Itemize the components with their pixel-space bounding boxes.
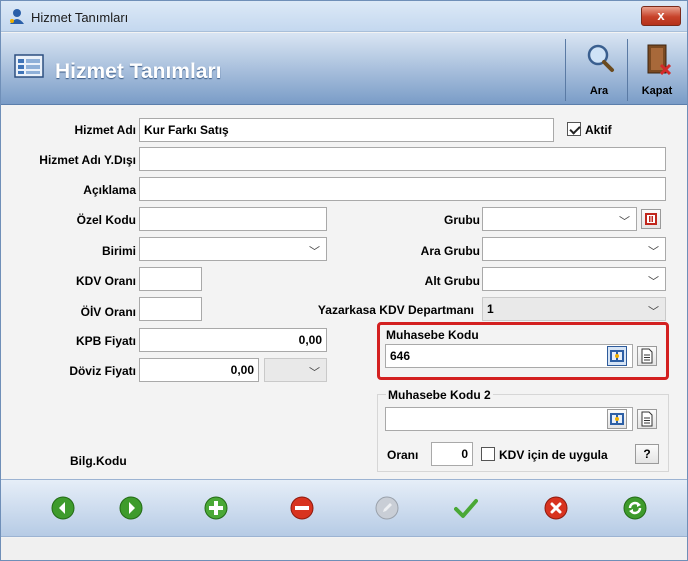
title-bar: Hizmet Tanımları x [1,1,687,32]
account-code-2-lookup-button[interactable] [607,409,627,429]
group-detail-button[interactable] [641,209,661,229]
account-code-label: Muhasebe Kodu [386,328,479,342]
service-list-icon [14,54,44,78]
delete-record-button[interactable] [290,496,314,520]
unit-label: Birimi [101,244,136,258]
service-name-foreign-label: Hizmet Adı Y.Dışı [39,153,136,167]
vat-rate-input[interactable] [139,267,202,291]
account-code-2-doc-button[interactable] [637,409,657,429]
window-title: Hizmet Tanımları [31,10,129,25]
active-label: Aktif [585,123,612,137]
account-code-lookup-button[interactable] [607,346,627,366]
chevron-down-icon: ﹀ [309,367,320,379]
account-code-2-label: Muhasebe Kodu 2 [386,388,493,402]
kpb-price-label: KPB Fiyatı [75,334,136,348]
next-record-button[interactable] [119,496,143,520]
apply-vat-checkbox[interactable] [481,447,495,461]
group-detail-icon [645,213,657,225]
help-button[interactable]: ? [635,444,659,464]
oiv-rate-input[interactable] [139,297,202,321]
ratio-input[interactable]: 0 [431,442,473,466]
close-form-button-label: Kapat [641,85,673,97]
fx-price-input[interactable]: 0,00 [139,358,259,382]
search-button-label: Ara [589,85,609,97]
fx-price-label: Döviz Fiyatı [69,364,136,378]
sub-group-select[interactable]: ﹀ [482,237,666,261]
toolbar-divider [627,39,628,101]
exit-door-icon [647,44,672,75]
navigation-bar [1,479,687,537]
service-name-label: Hizmet Adı [74,123,136,137]
document-icon [641,348,653,364]
group-label: Grubu [444,213,480,227]
kpb-price-input[interactable]: 0,00 [139,328,327,352]
page-title: Hizmet Tanımları [55,60,222,83]
chevron-down-icon: ﹀ [648,306,659,318]
account-code-input[interactable]: 646 [385,344,633,368]
active-checkbox[interactable] [567,122,581,136]
service-name-foreign-input[interactable] [139,147,666,171]
ratio-label: Oranı [387,448,419,462]
special-code-input[interactable] [139,207,327,231]
document-icon [641,411,653,427]
apply-vat-label: KDV için de uygula [499,448,608,462]
account-code-2-input[interactable] [385,407,633,431]
refresh-button[interactable] [623,496,647,520]
service-name-input[interactable]: Kur Farkı Satış [139,118,554,142]
chevron-down-icon: ﹀ [648,246,659,258]
cash-register-dept-label: Yazarkasa KDV Departmanı [317,303,474,317]
description-input[interactable] [139,177,666,201]
previous-record-button[interactable] [51,496,75,520]
header-band: Hizmet Tanımları Ara Kapat [1,33,687,105]
info-code-label: Bilg.Kodu [70,454,127,468]
close-form-button[interactable]: Kapat [631,39,683,101]
description-label: Açıklama [83,183,136,197]
vat-rate-label: KDV Oranı [75,274,136,288]
cash-register-dept-value: 1 [487,302,494,316]
add-record-button[interactable] [204,496,228,520]
cancel-button[interactable] [544,496,568,520]
lower-group-select[interactable]: ﹀ [482,267,666,291]
window-close-button[interactable]: x [641,6,681,26]
status-bar [1,538,687,560]
chevron-down-icon: ﹀ [648,276,659,288]
lower-group-label: Alt Grubu [424,274,480,288]
dialog-window: Hizmet Tanımları x Hizmet Tanımları Ara [0,0,688,561]
app-icon [10,9,24,24]
confirm-checkmark-button[interactable] [454,496,478,520]
search-button[interactable]: Ara [573,39,625,101]
special-code-label: Özel Kodu [76,213,136,227]
oiv-rate-label: ÖİV Oranı [80,305,136,319]
cash-register-dept-select[interactable]: 1 ﹀ [482,297,666,321]
magnifier-icon [587,44,614,72]
chevron-down-icon: ﹀ [619,216,630,228]
currency-select[interactable]: ﹀ [264,358,327,382]
sub-group-label: Ara Grubu [420,244,480,258]
toolbar-divider [565,39,566,101]
edit-record-button[interactable] [375,496,399,520]
chevron-down-icon: ﹀ [309,246,320,258]
unit-select[interactable]: ﹀ [139,237,327,261]
book-lookup-icon [610,350,624,362]
group-select[interactable]: ﹀ [482,207,637,231]
account-code-doc-button[interactable] [637,346,657,366]
book-lookup-icon [610,413,624,425]
